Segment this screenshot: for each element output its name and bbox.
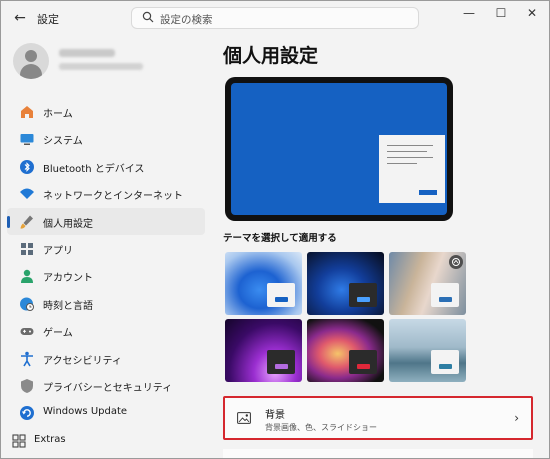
avatar-body-shape	[20, 64, 42, 79]
sidebar-item-label: ネットワークとインターネット	[43, 191, 183, 203]
sidebar-item-label: Windows Update	[43, 406, 128, 418]
theme-mini-button	[357, 297, 370, 302]
person-icon	[21, 270, 33, 284]
accessibility-icon	[21, 351, 33, 366]
theme-thumb-captured-motion[interactable]	[307, 319, 384, 382]
theme-mini-window	[349, 283, 377, 307]
theme-mini-button	[439, 297, 452, 302]
close-button[interactable]: ✕	[515, 6, 549, 20]
theme-thumb-dark-bloom[interactable]	[307, 252, 384, 315]
preview-button	[419, 190, 437, 195]
sidebar-item-label: ホーム	[43, 109, 73, 120]
maximize-button[interactable]: ☐	[484, 6, 518, 20]
extras-icon	[12, 434, 26, 448]
chevron-right-icon: ›	[514, 411, 519, 425]
sidebar-item-apps[interactable]: アプリ	[7, 235, 205, 262]
preview-line	[387, 151, 427, 152]
preview-line	[387, 157, 433, 158]
sidebar-item-label: 個人用設定	[43, 218, 93, 230]
background-title: 背景	[265, 410, 285, 421]
theme-mini-button	[275, 364, 288, 369]
search-placeholder: 設定の検索	[160, 14, 213, 26]
update-icon	[20, 406, 34, 421]
preview-window	[379, 135, 445, 203]
sidebar-item-home[interactable]: ホーム	[7, 98, 205, 125]
next-card-edge	[223, 449, 533, 458]
sidebar-item-windows-update[interactable]: Windows Update	[7, 399, 205, 426]
sidebar-item-accessibility[interactable]: アクセシビリティ	[7, 345, 205, 372]
theme-mini-window	[267, 283, 295, 307]
display-icon	[20, 134, 34, 146]
spotlight-icon	[452, 258, 460, 266]
search-icon	[142, 11, 154, 23]
sidebar-item-label: アカウント	[43, 273, 93, 285]
sidebar-item-label: プライバシーとセキュリティ	[43, 382, 173, 394]
image-icon	[237, 412, 251, 424]
spotlight-badge	[449, 255, 463, 269]
sidebar-nav: ホーム システム Bluetooth とデバイス ネットワークとインターネット …	[1, 98, 207, 454]
globe-clock-icon	[20, 297, 34, 311]
preview-line	[387, 163, 417, 164]
avatar-head-shape	[25, 50, 37, 62]
sidebar-item-label: アクセシビリティ	[43, 355, 122, 367]
sidebar-item-label: 時刻と言語	[43, 300, 93, 312]
sidebar-item-label: ゲーム	[43, 328, 73, 340]
wifi-icon	[20, 188, 34, 200]
theme-mini-button	[275, 297, 288, 302]
app-title: 設定	[37, 13, 59, 26]
theme-thumb-light-bloom[interactable]	[225, 252, 302, 315]
page-title: 個人用設定	[223, 45, 319, 67]
theme-mini-button	[357, 364, 370, 369]
settings-window: ← 設定 設定の検索 — ☐ ✕ ホーム システム Bluetooth とデバイ…	[0, 0, 550, 459]
sidebar-item-personalization[interactable]: 個人用設定	[7, 207, 205, 235]
bluetooth-icon	[20, 159, 34, 174]
themes-section-label: テーマを選択して適用する	[223, 233, 337, 244]
apps-icon	[21, 242, 33, 255]
minimize-button[interactable]: —	[452, 6, 486, 20]
theme-preview	[225, 77, 453, 221]
back-button[interactable]: ←	[9, 8, 31, 28]
preview-line	[387, 145, 433, 146]
background-settings-card[interactable]: 背景 背景画像、色、スライドショー ›	[223, 396, 533, 440]
preview-desktop	[231, 83, 447, 215]
avatar[interactable]	[13, 43, 49, 79]
sidebar-item-label: システム	[43, 136, 83, 148]
sidebar-item-label: Bluetooth とデバイス	[43, 163, 145, 175]
theme-mini-window	[431, 283, 459, 307]
theme-thumb-flow[interactable]	[389, 319, 466, 382]
sidebar-item-accounts[interactable]: アカウント	[7, 262, 205, 289]
sidebar-item-extras[interactable]: Extras	[1, 427, 199, 454]
search-input[interactable]: 設定の検索	[131, 7, 419, 29]
sidebar-item-privacy-security[interactable]: プライバシーとセキュリティ	[7, 372, 205, 399]
theme-mini-window	[267, 350, 295, 374]
account-email-redacted	[59, 63, 143, 70]
sidebar-item-system[interactable]: システム	[7, 125, 205, 152]
brush-icon	[20, 215, 33, 229]
title-bar: ← 設定 設定の検索 — ☐ ✕	[1, 1, 549, 35]
account-name-redacted	[59, 49, 115, 57]
sidebar-item-bluetooth[interactable]: Bluetooth とデバイス	[7, 153, 205, 180]
theme-thumb-glow[interactable]	[225, 319, 302, 382]
theme-mini-button	[439, 364, 452, 369]
sidebar-item-gaming[interactable]: ゲーム	[7, 317, 205, 344]
theme-mini-window	[431, 350, 459, 374]
sidebar-item-label: アプリ	[43, 245, 73, 257]
sidebar-item-time-language[interactable]: 時刻と言語	[7, 290, 205, 317]
shield-icon	[21, 378, 33, 393]
theme-mini-window	[349, 350, 377, 374]
home-icon	[21, 106, 33, 118]
sidebar-item-label: Extras	[34, 433, 66, 445]
controller-icon	[20, 328, 34, 336]
theme-thumb-spotlight[interactable]	[389, 252, 466, 315]
sidebar-item-network[interactable]: ネットワークとインターネット	[7, 180, 205, 207]
background-subtitle: 背景画像、色、スライドショー	[265, 423, 377, 432]
